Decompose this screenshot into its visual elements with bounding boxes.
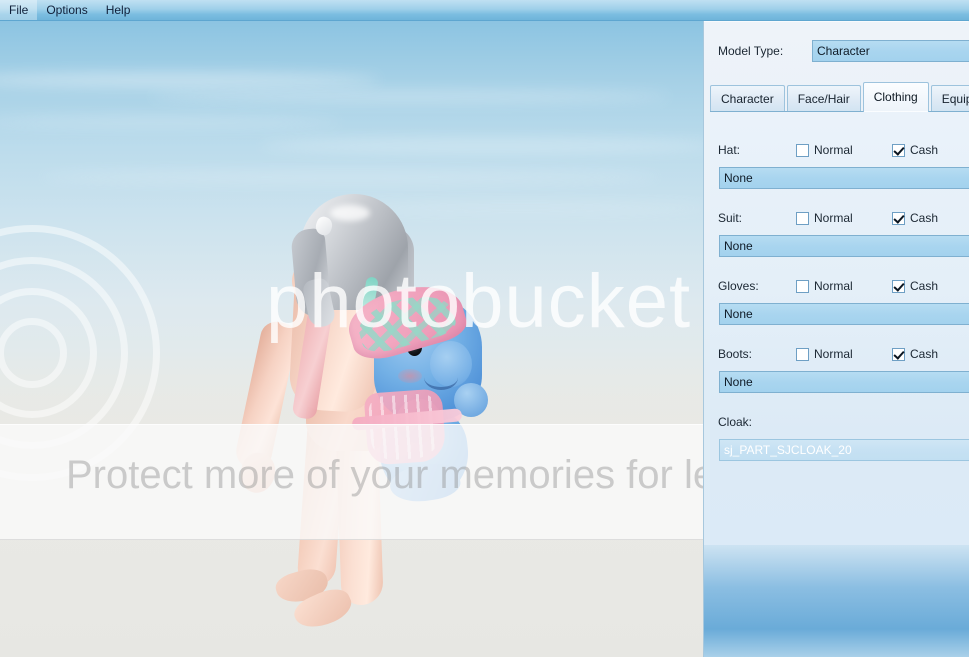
suit-cash-checkbox[interactable]: [892, 211, 905, 225]
gloves-cash-checkbox-group[interactable]: Cash: [892, 279, 938, 293]
cloak-row: Cloak:: [710, 411, 969, 433]
gloves-item-combobox[interactable]: None: [719, 303, 969, 325]
suit-cash-checkbox-group[interactable]: Cash: [892, 211, 938, 225]
suit-item-combobox[interactable]: None: [719, 235, 969, 257]
suit-normal-checkbox-group[interactable]: Normal: [796, 211, 892, 225]
model-type-label: Model Type:: [718, 44, 784, 58]
hat-cash-checkbox-group[interactable]: Cash: [892, 143, 938, 157]
application-window: File Options Help photobucket Model Type…: [0, 0, 969, 657]
hat-normal-checkbox-group[interactable]: Normal: [796, 143, 892, 157]
cloak-dolphin-blush: [398, 369, 422, 383]
boots-normal-checkbox-group[interactable]: Normal: [796, 347, 892, 361]
cloak-label: Cloak:: [718, 415, 753, 429]
panel-top-highlight: [704, 21, 968, 22]
gloves-cash-checkbox[interactable]: [892, 279, 905, 293]
gloves-normal-checkbox-group[interactable]: Normal: [796, 279, 892, 293]
gloves-normal-checkbox[interactable]: [796, 279, 809, 293]
model-type-combobox[interactable]: Character: [812, 40, 969, 62]
suit-normal-checkbox[interactable]: [796, 211, 809, 225]
hat-cash-label: Cash: [910, 143, 939, 157]
tab-character[interactable]: Character: [710, 85, 785, 112]
boots-cash-checkbox[interactable]: [892, 347, 905, 361]
menu-item-file[interactable]: File: [0, 0, 38, 20]
tab-equipment[interactable]: Equipm: [930, 85, 969, 112]
model-viewport[interactable]: [0, 21, 703, 657]
model-properties-panel: Model Type: Character Character Face/Hai…: [703, 21, 969, 545]
character-model[interactable]: [0, 21, 703, 657]
hat-row: Hat: Normal Cash: [710, 139, 969, 161]
model-hair-highlight: [330, 205, 370, 221]
suit-normal-label: Normal: [814, 211, 853, 225]
suit-row: Suit: Normal Cash: [710, 207, 969, 229]
cloak-item-combobox[interactable]: sj_PART_SJCLOAK_20: [719, 439, 969, 461]
boots-normal-checkbox[interactable]: [796, 347, 809, 361]
boots-item-combobox[interactable]: None: [719, 371, 969, 393]
boots-cash-checkbox-group[interactable]: Cash: [892, 347, 938, 361]
hat-label: Hat:: [718, 143, 741, 157]
panel-tab-strip: Character Face/Hair Clothing Equipm: [710, 82, 969, 112]
panel-bottom-gradient: [703, 545, 969, 657]
hat-normal-checkbox[interactable]: [796, 143, 809, 157]
cloak-dolphin-smile: [424, 365, 458, 390]
tab-clothing[interactable]: Clothing: [862, 82, 929, 112]
hat-item-combobox[interactable]: None: [719, 167, 969, 189]
menu-item-options[interactable]: Options: [37, 0, 96, 20]
menu-item-help[interactable]: Help: [97, 0, 140, 20]
boots-cash-label: Cash: [910, 347, 939, 361]
boots-label: Boots:: [718, 347, 753, 361]
hat-normal-label: Normal: [814, 143, 853, 157]
suit-cash-label: Cash: [910, 211, 939, 225]
gloves-row: Gloves: Normal Cash: [710, 275, 969, 297]
gloves-cash-label: Cash: [910, 279, 939, 293]
model-arm: [232, 318, 300, 474]
tab-face-hair[interactable]: Face/Hair: [786, 85, 861, 112]
gloves-label: Gloves:: [718, 279, 759, 293]
boots-normal-label: Normal: [814, 347, 853, 361]
menu-bar: File Options Help: [0, 0, 969, 21]
suit-label: Suit:: [718, 211, 743, 225]
hat-cash-checkbox[interactable]: [892, 143, 905, 157]
boots-row: Boots: Normal Cash: [710, 343, 969, 365]
clothing-tab-panel: Hat: Normal Cash None Suit: Normal Cash …: [710, 111, 969, 545]
gloves-normal-label: Normal: [814, 279, 853, 293]
